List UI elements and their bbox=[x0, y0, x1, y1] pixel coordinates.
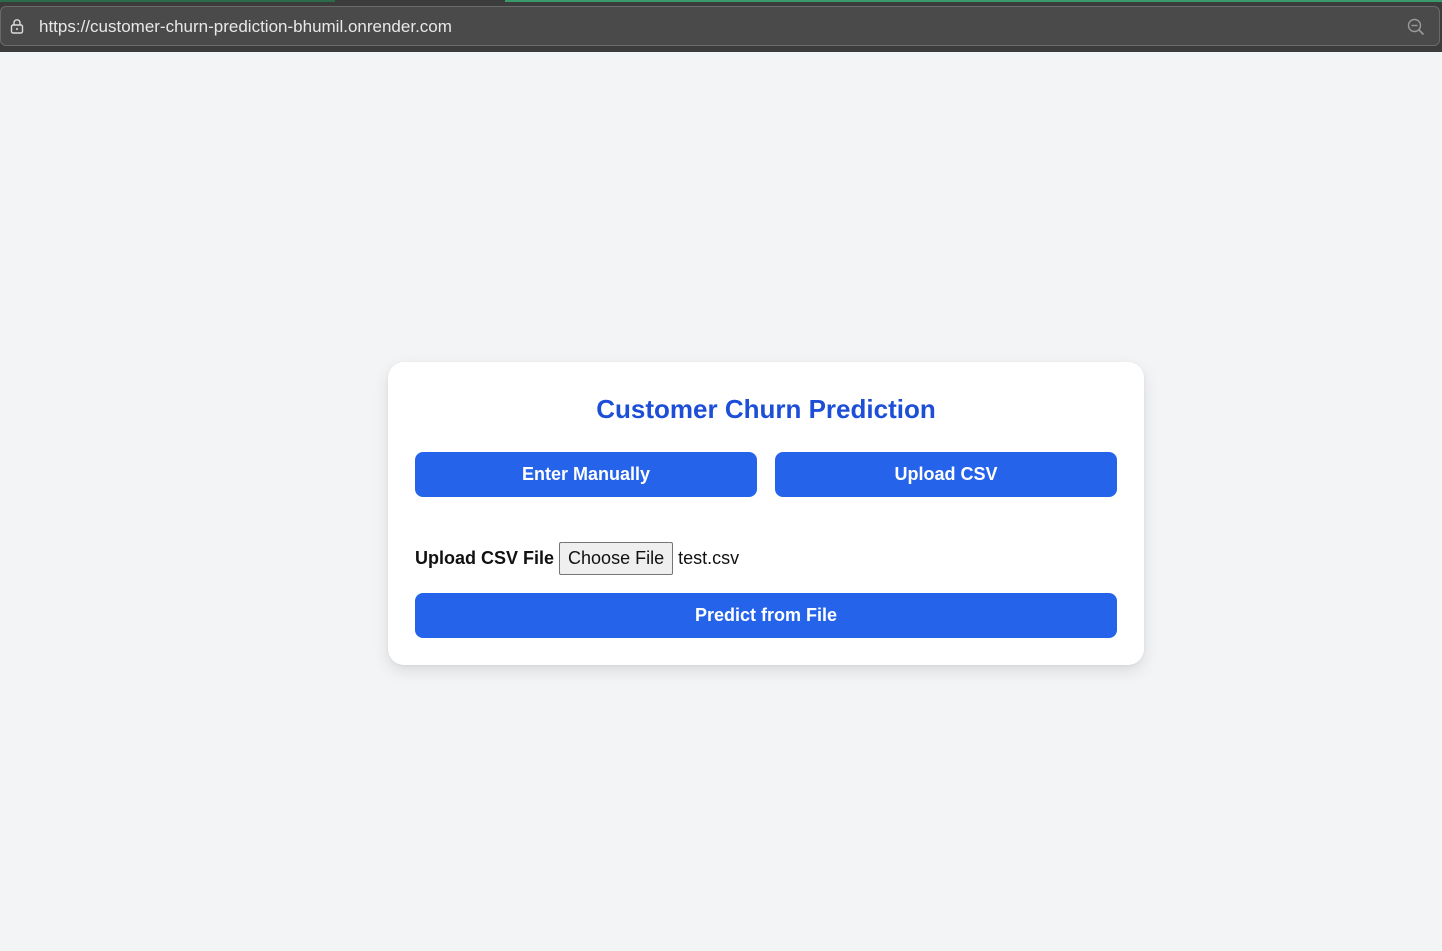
upload-csv-button[interactable]: Upload CSV bbox=[775, 452, 1117, 497]
enter-manually-button[interactable]: Enter Manually bbox=[415, 452, 757, 497]
predict-from-file-button[interactable]: Predict from File bbox=[415, 593, 1117, 638]
file-upload-row: Upload CSV File Choose File test.csv bbox=[415, 542, 739, 575]
address-bar[interactable]: https://customer-churn-prediction-bhumil… bbox=[0, 6, 1440, 46]
lock-icon[interactable] bbox=[9, 18, 25, 34]
upload-csv-label: Upload CSV File bbox=[415, 548, 555, 568]
url-text[interactable]: https://customer-churn-prediction-bhumil… bbox=[39, 16, 452, 38]
choose-file-button[interactable]: Choose File bbox=[559, 542, 674, 575]
page-title: Customer Churn Prediction bbox=[596, 394, 936, 424]
zoom-out-icon[interactable] bbox=[1407, 18, 1425, 36]
prediction-card: Customer Churn Prediction Enter Manually… bbox=[388, 362, 1144, 665]
selected-file-name: test.csv bbox=[678, 548, 740, 568]
tab-strip-accent bbox=[0, 0, 335, 2]
tab-strip-accent bbox=[505, 0, 1442, 2]
browser-toolbar: https://customer-churn-prediction-bhumil… bbox=[0, 0, 1442, 52]
